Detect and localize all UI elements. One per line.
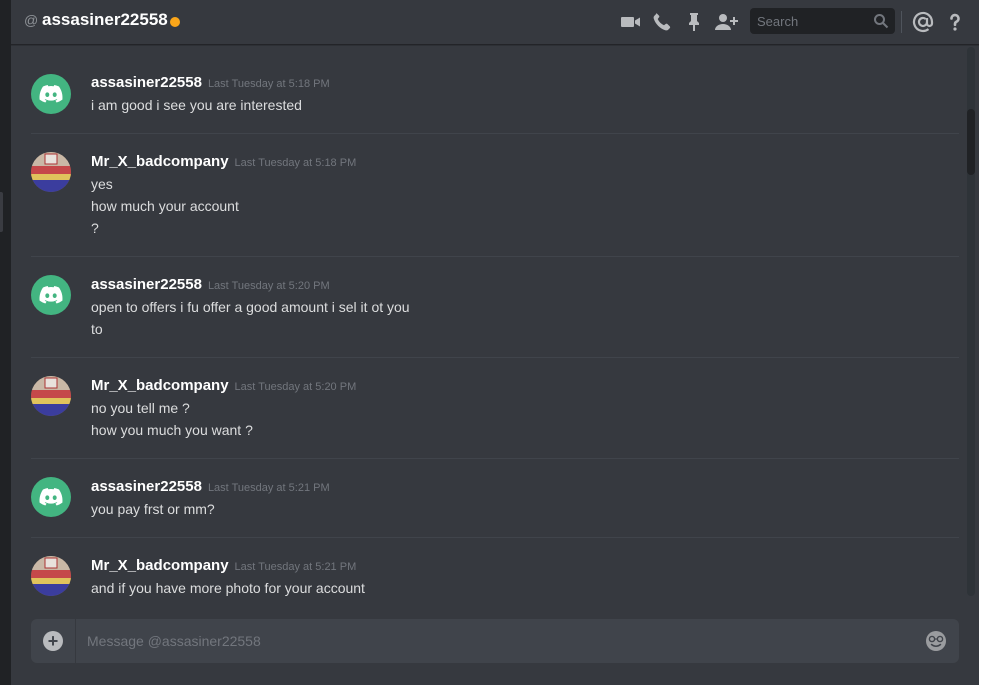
message-divider [31, 537, 959, 538]
app-window: @ assasiner22558 Search assasiner22558 L… [0, 0, 979, 685]
message-list[interactable]: assasiner22558 Last Tuesday at 5:18 PM i … [11, 45, 967, 598]
message-divider [31, 357, 959, 358]
message-timestamp: Last Tuesday at 5:20 PM [207, 280, 330, 292]
user-photo-icon [31, 376, 71, 416]
message-text: you pay frst or mm? [91, 501, 215, 517]
message-text: to [91, 321, 103, 337]
status-indicator [170, 17, 180, 27]
avatar[interactable] [31, 74, 71, 114]
message-author[interactable]: assasiner22558 Last Tuesday at 5:20 PM [91, 276, 330, 293]
discord-logo-icon [39, 488, 63, 506]
scrollbar-thumb[interactable] [967, 109, 975, 175]
message-text: no you tell me ? [91, 400, 190, 416]
at-sign-icon: @ [24, 12, 39, 28]
composer-divider [75, 619, 76, 663]
avatar[interactable] [31, 376, 71, 416]
user-photo-icon [31, 556, 71, 596]
search-icon[interactable] [873, 13, 889, 29]
channel-header: @ assasiner22558 [11, 0, 979, 45]
help-icon[interactable] [943, 10, 967, 34]
add-friend-icon[interactable] [714, 10, 738, 34]
message-timestamp: Last Tuesday at 5:21 PM [234, 561, 357, 573]
message-text: yes [91, 176, 113, 192]
pin-icon[interactable] [682, 10, 706, 34]
header-divider [901, 11, 902, 33]
message-text: how you much you want ? [91, 422, 253, 438]
upload-plus-icon[interactable]: + [43, 631, 63, 651]
avatar[interactable] [31, 152, 71, 192]
voice-call-icon[interactable] [650, 10, 674, 34]
chat-area: @ assasiner22558 Search assasiner22558 L… [11, 0, 979, 685]
message-text: how much your account [91, 198, 239, 214]
avatar[interactable] [31, 477, 71, 517]
message-author[interactable]: Mr_X_badcompany Last Tuesday at 5:21 PM [91, 557, 356, 574]
message-input[interactable] [87, 619, 907, 663]
video-call-icon[interactable] [619, 10, 643, 34]
discord-logo-icon [39, 85, 63, 103]
message-text: ? [91, 220, 99, 236]
search-input[interactable] [750, 8, 867, 34]
mentions-icon[interactable] [911, 10, 935, 34]
dm-title: assasiner22558 [42, 10, 168, 29]
message-text: i am good i see you are interested [91, 97, 302, 113]
message-text: and if you have more photo for your acco… [91, 580, 365, 596]
message-composer: + [31, 619, 959, 663]
user-photo-icon [31, 152, 71, 192]
message-divider [31, 133, 959, 134]
emoji-picker-icon[interactable] [925, 630, 947, 652]
message-timestamp: Last Tuesday at 5:18 PM [207, 78, 330, 90]
message-author[interactable]: Mr_X_badcompany Last Tuesday at 5:20 PM [91, 377, 356, 394]
message-timestamp: Last Tuesday at 5:20 PM [234, 381, 357, 393]
message-divider [31, 458, 959, 459]
message-text: open to offers i fu offer a good amount … [91, 299, 410, 315]
message-author[interactable]: Mr_X_badcompany Last Tuesday at 5:18 PM [91, 153, 356, 170]
avatar[interactable] [31, 556, 71, 596]
sidebar-collapse-handle[interactable] [0, 192, 3, 232]
server-sidebar-edge [0, 0, 11, 685]
message-author[interactable]: assasiner22558 Last Tuesday at 5:21 PM [91, 478, 330, 495]
message-divider [31, 256, 959, 257]
message-timestamp: Last Tuesday at 5:21 PM [207, 482, 330, 494]
message-timestamp: Last Tuesday at 5:18 PM [234, 157, 357, 169]
avatar[interactable] [31, 275, 71, 315]
search-box [750, 8, 895, 34]
message-author[interactable]: assasiner22558 Last Tuesday at 5:18 PM [91, 74, 330, 91]
message-scrollbar[interactable] [967, 47, 975, 596]
discord-logo-icon [39, 286, 63, 304]
